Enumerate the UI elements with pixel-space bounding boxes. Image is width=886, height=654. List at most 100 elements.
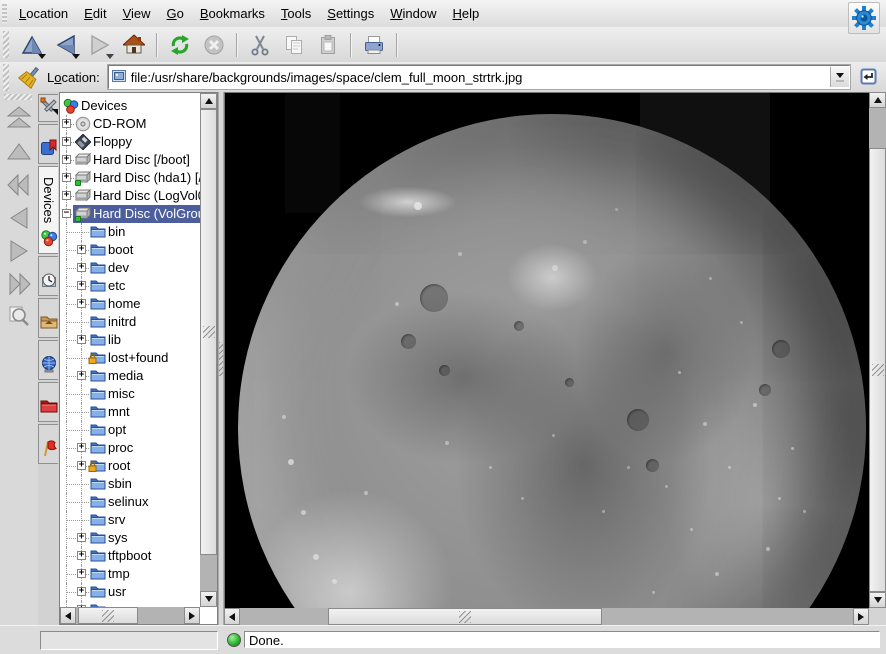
- sidebar-tab-root-folder[interactable]: [38, 382, 58, 422]
- menu-help[interactable]: Help: [445, 2, 488, 25]
- location-toolbar-handle[interactable]: [3, 64, 9, 91]
- dropdown-arrow-icon[interactable]: [72, 54, 80, 59]
- menu-location[interactable]: Location: [11, 2, 76, 25]
- location-input[interactable]: [131, 70, 830, 85]
- tree-item-selinux[interactable]: selinux: [60, 493, 200, 511]
- tree-item-hard-disc-volgrou[interactable]: −Hard Disc (VolGrou: [60, 205, 200, 223]
- tree-item-hard-disc-hda1-[interactable]: +Hard Disc (hda1) [/: [60, 169, 200, 187]
- splitter-grip[interactable]: [219, 342, 223, 376]
- copy-button[interactable]: [278, 29, 310, 61]
- dropdown-arrow-icon[interactable]: [38, 54, 46, 59]
- search-button[interactable]: [4, 302, 34, 332]
- tree-item-proc[interactable]: +proc: [60, 439, 200, 457]
- paste-button[interactable]: [312, 29, 344, 61]
- expand-icon[interactable]: +: [62, 191, 71, 200]
- dropdown-arrow-icon[interactable]: [106, 54, 114, 59]
- tree-item-tmp[interactable]: +tmp: [60, 565, 200, 583]
- cut-button[interactable]: [244, 29, 276, 61]
- expand-icon[interactable]: +: [77, 245, 86, 254]
- back-button[interactable]: [4, 203, 34, 233]
- stop-button[interactable]: [198, 29, 230, 61]
- tree-item-initrd[interactable]: initrd: [60, 313, 200, 331]
- sidebar-tab-configure[interactable]: [38, 94, 58, 122]
- menu-tools[interactable]: Tools: [273, 2, 319, 25]
- scrollbar-thumb[interactable]: [869, 148, 886, 592]
- scroll-right-button[interactable]: [853, 608, 869, 625]
- scrollbar-thumb[interactable]: [328, 608, 602, 625]
- menu-edit[interactable]: Edit: [76, 2, 114, 25]
- expand-icon[interactable]: +: [77, 281, 86, 290]
- tree-item-misc[interactable]: misc: [60, 385, 200, 403]
- tree-item-lib[interactable]: +lib: [60, 331, 200, 349]
- tree-item-media[interactable]: +media: [60, 367, 200, 385]
- scroll-left-button[interactable]: [224, 608, 240, 625]
- expand-icon[interactable]: +: [77, 443, 86, 452]
- expand-icon[interactable]: +: [77, 335, 86, 344]
- double-up-button[interactable]: [4, 104, 34, 134]
- home-button[interactable]: [118, 29, 150, 61]
- tree-item-root[interactable]: +root: [60, 457, 200, 475]
- scrollbar-thumb[interactable]: [200, 109, 217, 555]
- tree-item-devices[interactable]: Devices: [60, 97, 200, 115]
- tree-item-home[interactable]: +home: [60, 295, 200, 313]
- tree-item-boot[interactable]: +boot: [60, 241, 200, 259]
- menubar-handle[interactable]: [2, 4, 7, 23]
- forward-button[interactable]: [84, 29, 116, 61]
- menu-settings[interactable]: Settings: [319, 2, 382, 25]
- sidebar-tab-services[interactable]: [38, 424, 58, 464]
- back-button[interactable]: [50, 29, 82, 61]
- expand-icon[interactable]: +: [77, 587, 86, 596]
- tree-item-tftpboot[interactable]: +tftpboot: [60, 547, 200, 565]
- tree-item-cd-rom[interactable]: +CD-ROM: [60, 115, 200, 133]
- sidebar-tab-devices[interactable]: Devices: [38, 166, 58, 254]
- tree-item-srv[interactable]: srv: [60, 511, 200, 529]
- double-back-button[interactable]: [4, 170, 34, 200]
- sidebar-tab-network[interactable]: [38, 340, 58, 380]
- tree-item-opt[interactable]: opt: [60, 421, 200, 439]
- tree-item-floppy[interactable]: +Floppy: [60, 133, 200, 151]
- tree-item-lost-found[interactable]: lost+found: [60, 349, 200, 367]
- expand-icon[interactable]: +: [62, 137, 71, 146]
- expand-icon[interactable]: +: [77, 533, 86, 542]
- extra-toolbar-handle[interactable]: [4, 94, 32, 100]
- expand-icon[interactable]: +: [77, 461, 86, 470]
- scrollbar-thumb[interactable]: [78, 607, 138, 624]
- scroll-down-button[interactable]: [869, 592, 886, 608]
- expand-icon[interactable]: +: [77, 263, 86, 272]
- clear-location-button[interactable]: [16, 63, 44, 91]
- up-button[interactable]: [16, 29, 48, 61]
- tree-item-bin[interactable]: bin: [60, 223, 200, 241]
- scroll-down-button[interactable]: [200, 591, 217, 607]
- reload-button[interactable]: [164, 29, 196, 61]
- tree-item-mnt[interactable]: mnt: [60, 403, 200, 421]
- location-dropdown-button[interactable]: [830, 67, 849, 87]
- expand-icon[interactable]: +: [77, 299, 86, 308]
- double-forward-button[interactable]: [4, 269, 34, 299]
- forward-button[interactable]: [4, 236, 34, 266]
- scroll-left-button[interactable]: [60, 607, 76, 624]
- expand-icon[interactable]: +: [62, 155, 71, 164]
- go-button[interactable]: [856, 64, 882, 90]
- expand-icon[interactable]: +: [77, 551, 86, 560]
- up-button[interactable]: [4, 137, 34, 167]
- sidebar-tab-bookmarks[interactable]: [38, 124, 58, 164]
- collapse-icon[interactable]: −: [62, 209, 71, 218]
- sidebar-tab-home-folder[interactable]: [38, 298, 58, 338]
- toolbar-handle[interactable]: [3, 31, 9, 58]
- tree-item-dev[interactable]: +dev: [60, 259, 200, 277]
- menu-go[interactable]: Go: [159, 2, 192, 25]
- print-button[interactable]: [358, 29, 390, 61]
- tree-item-hard-disc-logvol0[interactable]: +Hard Disc (LogVol0: [60, 187, 200, 205]
- menu-bookmarks[interactable]: Bookmarks: [192, 2, 273, 25]
- tree-item-etc[interactable]: +etc: [60, 277, 200, 295]
- tree-item-sys[interactable]: +sys: [60, 529, 200, 547]
- scroll-up-button[interactable]: [869, 92, 886, 108]
- expand-icon[interactable]: +: [62, 119, 71, 128]
- expand-icon[interactable]: +: [77, 569, 86, 578]
- expand-icon[interactable]: +: [77, 371, 86, 380]
- menu-window[interactable]: Window: [382, 2, 444, 25]
- tree-item-usr[interactable]: +usr: [60, 583, 200, 601]
- tree-item-hard-disc-boot-[interactable]: +Hard Disc [/boot]: [60, 151, 200, 169]
- scroll-up-button[interactable]: [200, 93, 217, 109]
- tree-item-sbin[interactable]: sbin: [60, 475, 200, 493]
